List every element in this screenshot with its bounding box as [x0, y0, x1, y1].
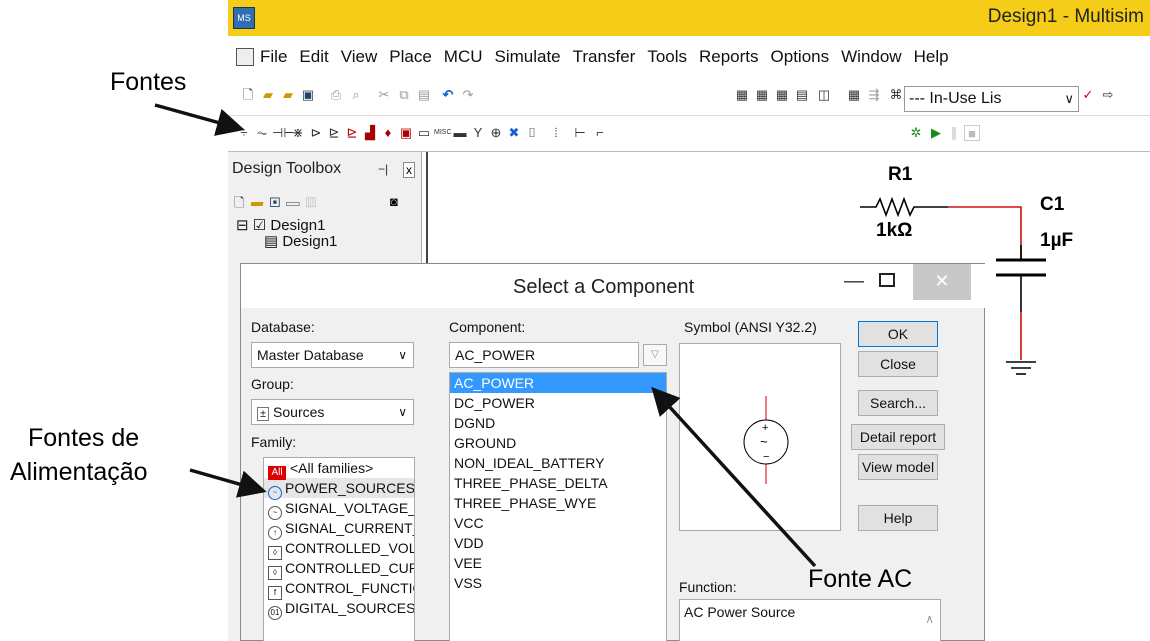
annotation-arrows: [154, 103, 817, 568]
arrow-to-ac-power: [651, 386, 817, 568]
arrow-to-sources-toolbar: [154, 103, 245, 136]
arrow-to-power-sources: [189, 468, 267, 498]
screenshot-stage: MS Design1 - Multisim File Edit View Pla…: [0, 0, 1150, 641]
